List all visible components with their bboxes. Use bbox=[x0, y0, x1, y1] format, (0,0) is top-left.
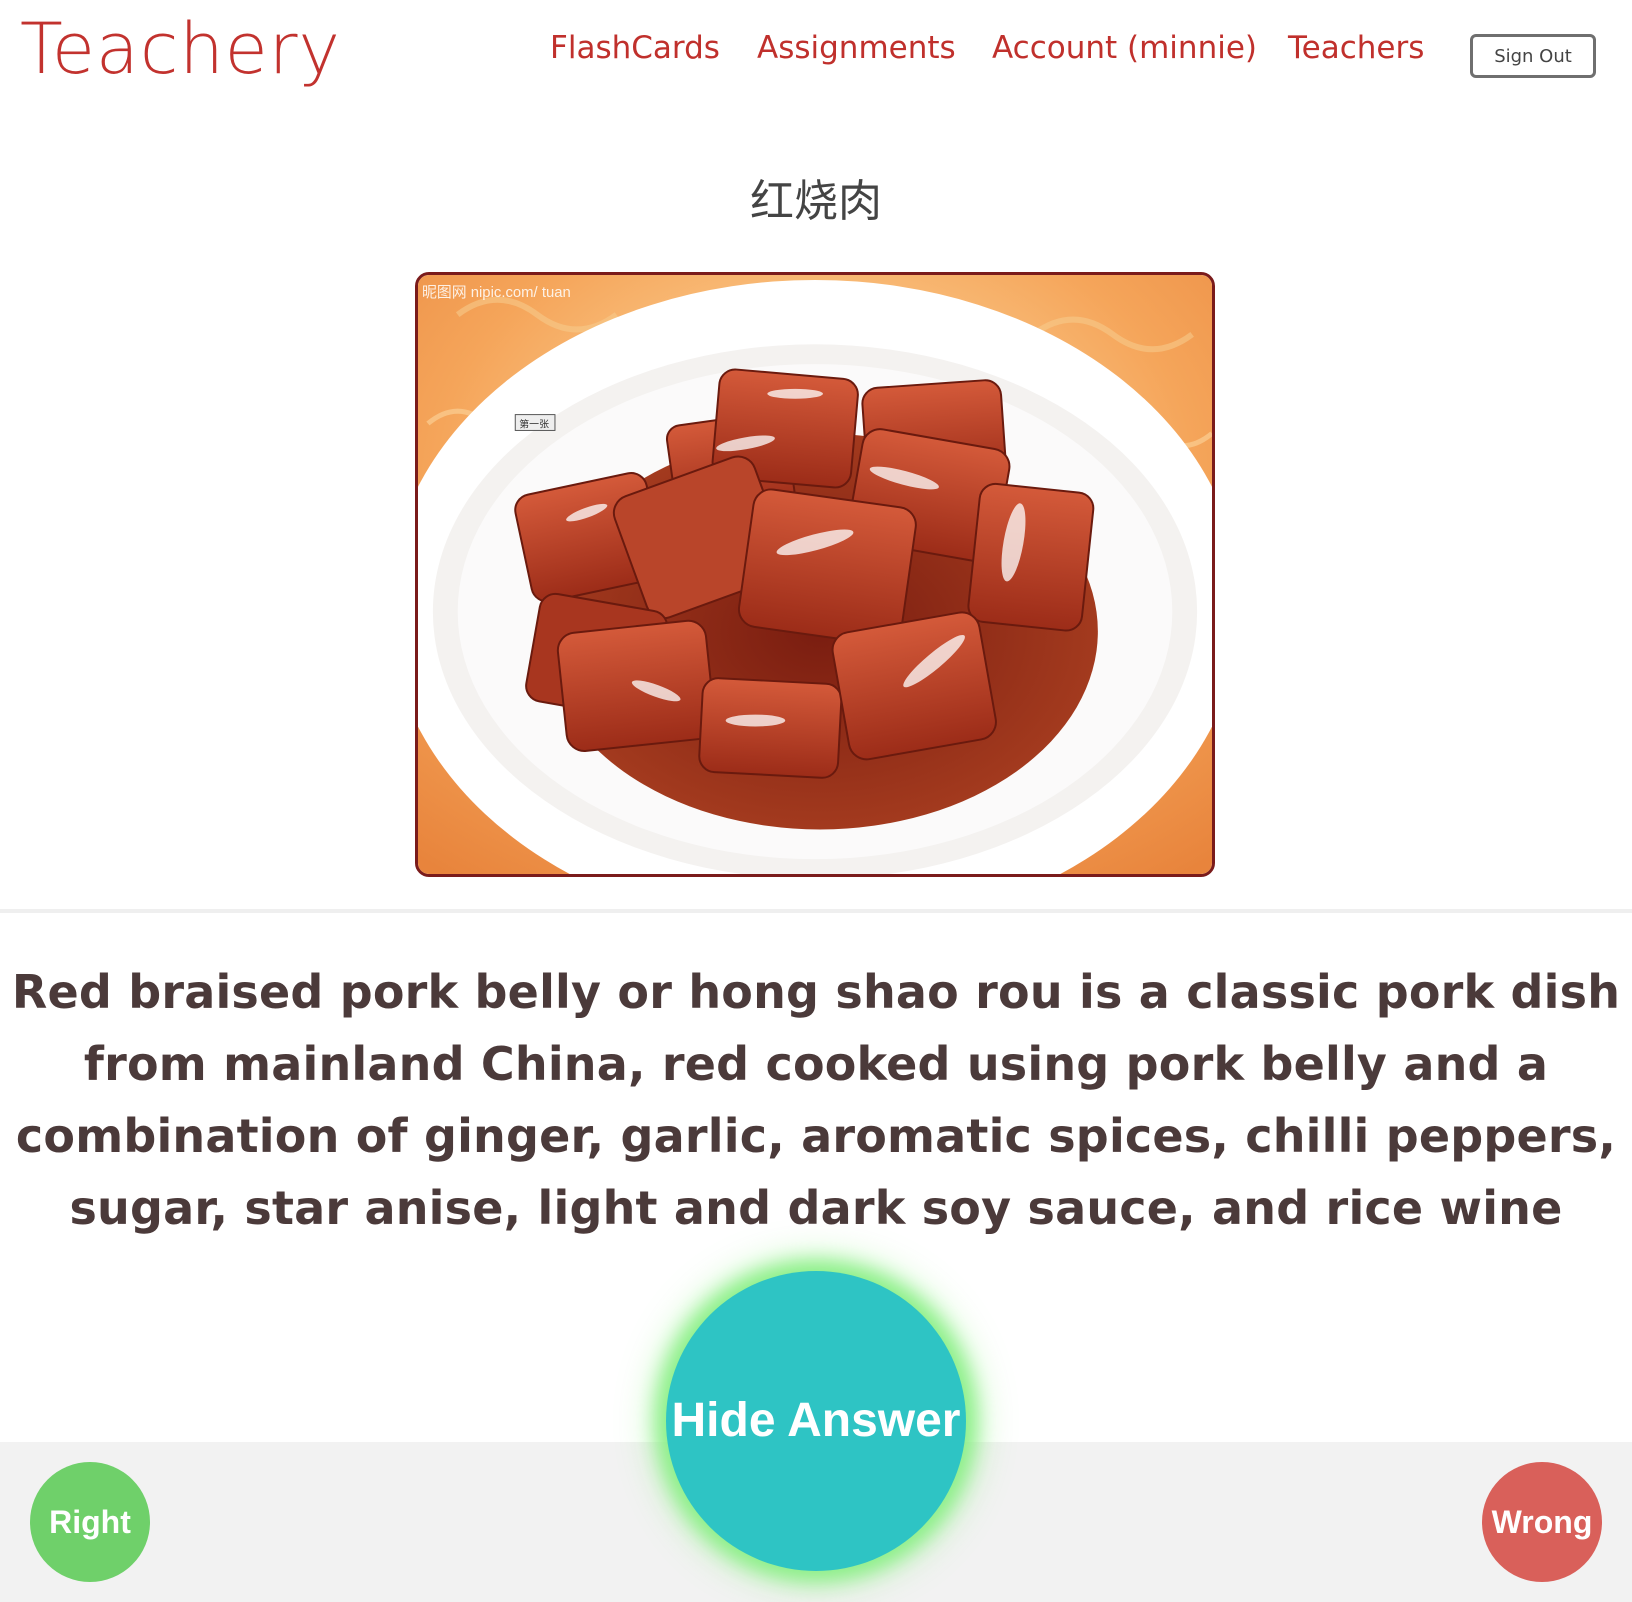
flashcard-answer: Red braised pork belly or hong shao rou … bbox=[11, 965, 1621, 1235]
flashcard-image: 昵图网 nipic.com/ tuan 第一张 bbox=[415, 272, 1215, 877]
nav-assignments[interactable]: Assignments bbox=[757, 30, 956, 66]
hide-answer-label: Hide Answer bbox=[671, 1394, 961, 1447]
nav-flashcards[interactable]: FlashCards bbox=[550, 30, 720, 66]
wrong-button[interactable]: Wrong bbox=[1482, 1462, 1602, 1582]
image-stamp: 第一张 bbox=[519, 417, 549, 430]
image-watermark: 昵图网 nipic.com/ tuan bbox=[422, 285, 571, 301]
divider bbox=[0, 909, 1632, 913]
brand-logo[interactable]: Teachery bbox=[20, 8, 341, 90]
nav-account[interactable]: Account (minnie) bbox=[992, 30, 1257, 66]
nav-teachers[interactable]: Teachers bbox=[1288, 30, 1424, 66]
braised-pork-photo: 昵图网 nipic.com/ tuan 第一张 bbox=[418, 275, 1212, 874]
hide-answer-button[interactable]: Hide Answer bbox=[666, 1271, 966, 1571]
sign-out-button[interactable]: Sign Out bbox=[1470, 34, 1596, 78]
flashcard-title: 红烧肉 bbox=[750, 176, 882, 227]
right-button[interactable]: Right bbox=[30, 1462, 150, 1582]
